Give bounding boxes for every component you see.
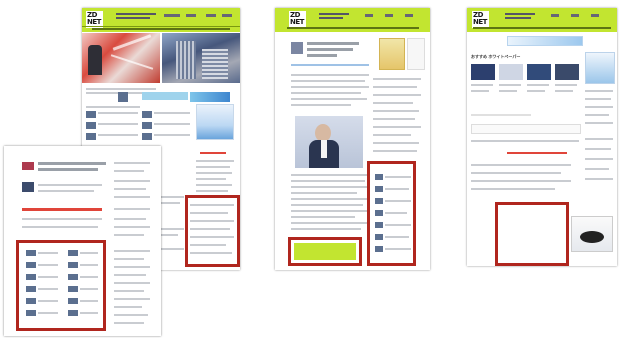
bottom-banner[interactable] (294, 243, 356, 260)
highlight-box-mobile (16, 240, 106, 331)
category-heading: おすすめ ホワイトペーパー (471, 54, 521, 59)
hero-image-right[interactable] (162, 33, 240, 83)
site-logo: ZD NET (289, 11, 306, 28)
hero-image-left[interactable] (82, 33, 160, 83)
logo-line-2: NET (290, 18, 304, 26)
logo-line-2: NET (473, 18, 487, 26)
highlight-box-top-page (185, 195, 240, 267)
logo-line-2: NET (87, 18, 101, 26)
article-sidebar-ad[interactable] (379, 38, 405, 70)
site-logo: ZD NET (472, 11, 489, 28)
article-photo (295, 116, 363, 168)
sidebar-ad[interactable] (196, 104, 234, 140)
highlight-box-article-sidebar (367, 161, 416, 266)
category-side-ad[interactable] (585, 52, 615, 84)
highlight-box-article-bottom (288, 237, 362, 266)
category-bottom-ad[interactable] (571, 216, 613, 252)
highlight-box-category (495, 202, 569, 266)
category-top-banner[interactable] (507, 36, 583, 46)
